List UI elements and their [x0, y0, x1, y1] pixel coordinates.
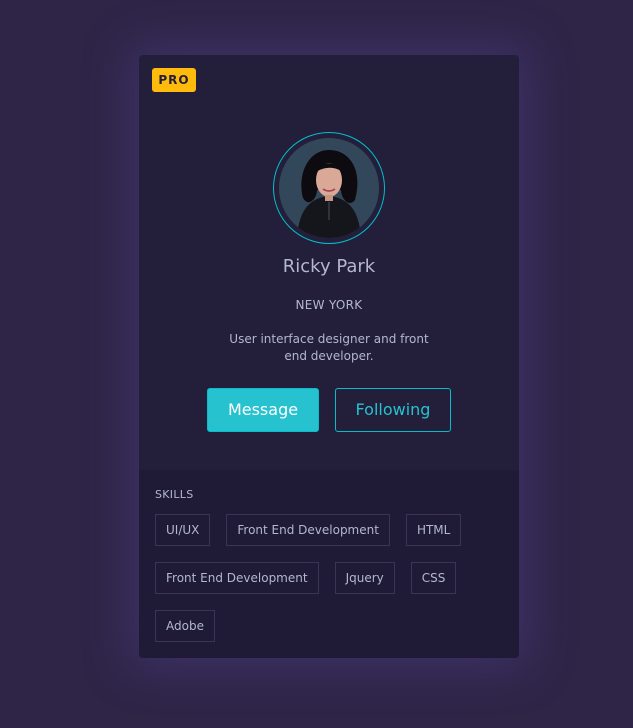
following-button[interactable]: Following [335, 388, 451, 432]
skill-tag: CSS [410, 562, 457, 594]
skills-section: SKILLS UI/UX Front End Development HTML … [139, 470, 519, 658]
pro-badge: PRO [152, 68, 196, 92]
profile-card: PRO Ricky Park NEW YORK User interface d… [139, 55, 519, 658]
avatar-photo [279, 138, 379, 238]
profile-bio: User interface designer and front end de… [229, 332, 429, 363]
user-photo-icon [279, 138, 379, 238]
message-button[interactable]: Message [207, 388, 319, 432]
skill-row: Front End Development Jquery CSS [155, 562, 457, 594]
skill-row: Adobe [155, 610, 215, 642]
skill-tag: Front End Development [155, 562, 319, 594]
skill-tag: Adobe [155, 610, 215, 642]
profile-location: NEW YORK [295, 298, 363, 312]
skill-tag: HTML [405, 514, 462, 546]
skill-tag: Jquery [334, 562, 395, 594]
skill-tag: Front End Development [226, 514, 390, 546]
skill-tag: UI/UX [155, 514, 211, 546]
skills-heading: SKILLS [155, 488, 194, 501]
profile-name: Ricky Park [282, 256, 376, 277]
avatar [273, 132, 385, 244]
skill-row: UI/UX Front End Development HTML [155, 514, 462, 546]
